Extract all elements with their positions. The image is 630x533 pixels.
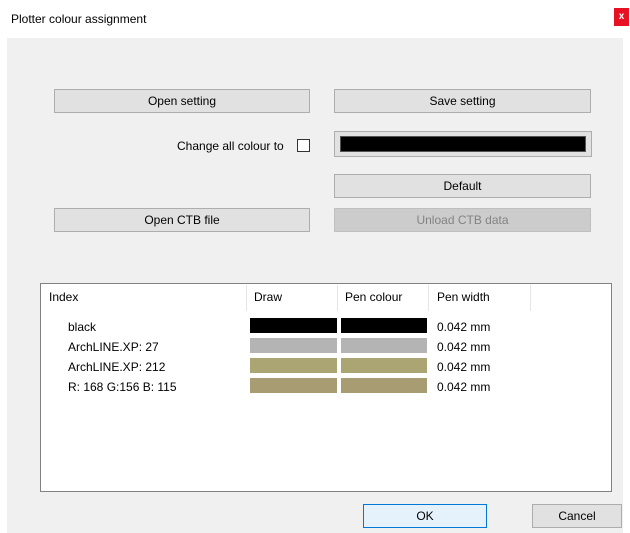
pen-colour-swatch[interactable] bbox=[341, 338, 427, 353]
draw-colour-swatch[interactable] bbox=[250, 378, 337, 393]
close-button[interactable]: x bbox=[614, 8, 629, 26]
pen-colour-swatch[interactable] bbox=[341, 318, 427, 333]
table-row[interactable]: ArchLINE.XP: 212 0.042 mm bbox=[41, 357, 611, 377]
ok-button[interactable]: OK bbox=[363, 504, 487, 528]
pen-colour-swatch[interactable] bbox=[341, 358, 427, 373]
window-title: Plotter colour assignment bbox=[11, 12, 147, 26]
row-index: ArchLINE.XP: 27 bbox=[68, 340, 159, 354]
row-index: ArchLINE.XP: 212 bbox=[68, 360, 166, 374]
unload-ctb-data-button[interactable]: Unload CTB data bbox=[334, 208, 591, 232]
open-setting-button[interactable]: Open setting bbox=[54, 89, 310, 113]
draw-colour-swatch[interactable] bbox=[250, 318, 337, 333]
column-divider bbox=[530, 285, 531, 311]
close-icon: x bbox=[618, 11, 625, 22]
table-row[interactable]: ArchLINE.XP: 27 0.042 mm bbox=[41, 337, 611, 357]
default-button[interactable]: Default bbox=[334, 174, 591, 198]
title-bar: Plotter colour assignment x bbox=[0, 0, 630, 38]
open-ctb-file-button[interactable]: Open CTB file bbox=[54, 208, 310, 232]
row-index: black bbox=[68, 320, 97, 334]
change-all-colour-label: Change all colour to bbox=[177, 139, 284, 153]
table-row[interactable]: black 0.042 mm bbox=[41, 317, 611, 337]
colour-picker-button[interactable] bbox=[334, 131, 592, 157]
colour-swatch bbox=[340, 136, 586, 152]
cancel-button[interactable]: Cancel bbox=[532, 504, 622, 528]
column-divider bbox=[337, 285, 338, 311]
pen-width: 0.042 mm bbox=[437, 380, 491, 394]
colour-table[interactable]: Index Draw Pen colour Pen width black 0.… bbox=[40, 283, 612, 492]
column-header-index[interactable]: Index bbox=[49, 290, 78, 304]
pen-width: 0.042 mm bbox=[437, 340, 491, 354]
column-divider bbox=[428, 285, 429, 311]
pen-colour-swatch[interactable] bbox=[341, 378, 427, 393]
column-header-pen-width[interactable]: Pen width bbox=[437, 290, 490, 304]
change-all-colour-checkbox[interactable] bbox=[297, 139, 310, 152]
pen-width: 0.042 mm bbox=[437, 320, 491, 334]
draw-colour-swatch[interactable] bbox=[250, 358, 337, 373]
save-setting-button[interactable]: Save setting bbox=[334, 89, 591, 113]
draw-colour-swatch[interactable] bbox=[250, 338, 337, 353]
row-index: R: 168 G:156 B: 115 bbox=[68, 380, 177, 394]
table-row[interactable]: R: 168 G:156 B: 115 0.042 mm bbox=[41, 377, 611, 397]
column-header-pen-colour[interactable]: Pen colour bbox=[345, 290, 402, 304]
column-header-draw[interactable]: Draw bbox=[254, 290, 282, 304]
column-divider bbox=[246, 285, 247, 311]
pen-width: 0.042 mm bbox=[437, 360, 491, 374]
